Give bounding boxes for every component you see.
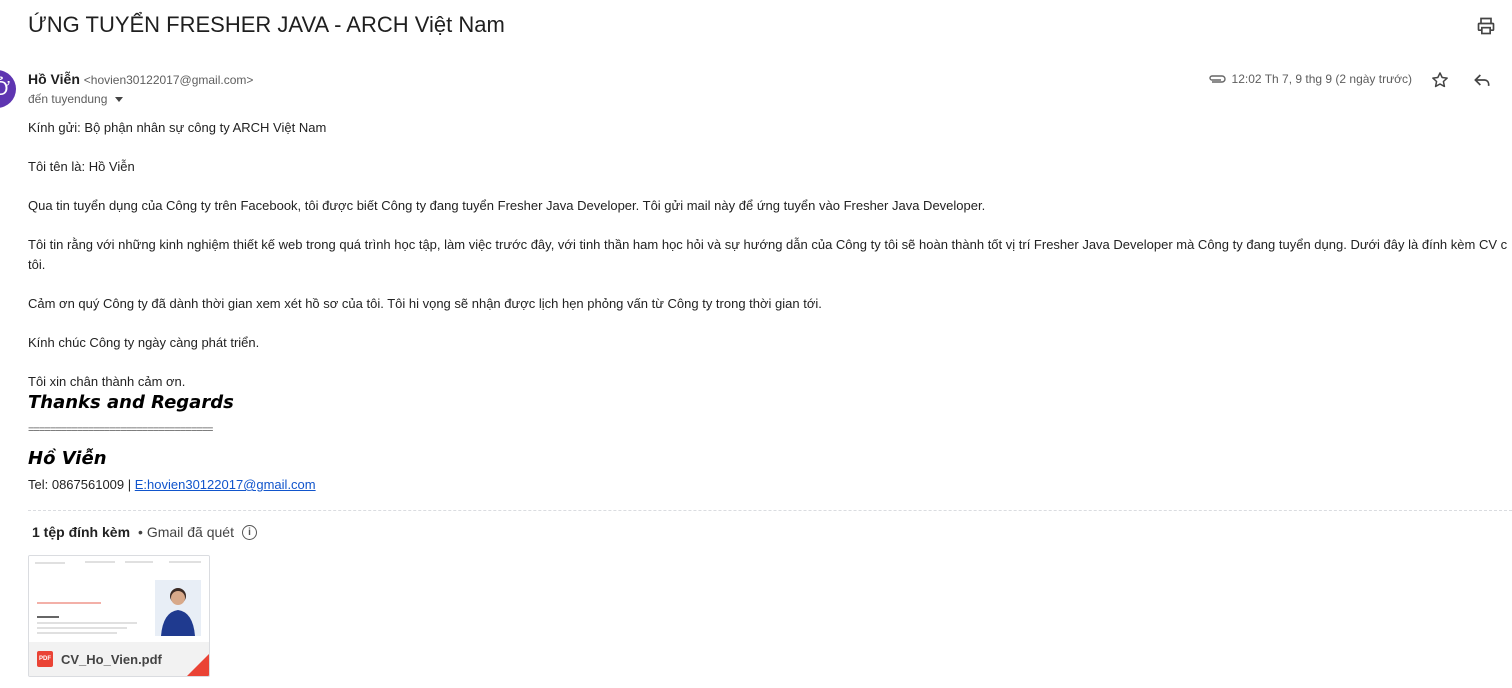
- sender: Hồ Viễn <hovien30122017@gmail.com>: [28, 71, 253, 87]
- avatar[interactable]: Ở: [0, 70, 16, 108]
- signature-thanks: Thanks and Regards: [28, 392, 234, 413]
- star-icon[interactable]: [1430, 70, 1450, 90]
- sender-email: <hovien30122017@gmail.com>: [83, 73, 254, 87]
- attachments-scan-status: • Gmail đã quét: [138, 524, 234, 540]
- avatar-letter: Ở: [0, 77, 10, 100]
- body-paragraph: Kính chúc Công ty ngày càng phát triển.: [28, 334, 260, 350]
- body-line: Tôi tin rằng với những kinh nghiệm thiết…: [28, 237, 1508, 252]
- signature-rule: ==================================: [28, 424, 213, 436]
- divider: [28, 510, 1512, 511]
- paperclip-icon: [1208, 75, 1226, 83]
- timestamp: 12:02 Th 7, 9 thg 9 (2 ngày trước): [1231, 72, 1412, 86]
- recipient: đến tuyendung: [28, 92, 124, 106]
- chevron-down-icon[interactable]: [115, 96, 124, 102]
- sender-name[interactable]: Hồ Viễn: [28, 71, 80, 87]
- attachments-header: 1 tệp đính kèm • Gmail đã quét i: [32, 524, 257, 540]
- body-line: tôi.: [28, 256, 46, 272]
- body-paragraph: Tôi tên là: Hồ Viễn: [28, 159, 135, 174]
- body-paragraph: Cảm ơn quý Công ty đã dành thời gian xem…: [28, 295, 822, 311]
- corner-fold: [187, 654, 209, 676]
- body-paragraph: Tôi xin chân thành cảm ơn.: [28, 373, 186, 389]
- attachment-thumbnail: [29, 556, 209, 642]
- message-meta: 12:02 Th 7, 9 thg 9 (2 ngày trước): [1208, 72, 1412, 86]
- attachment-footer: PDF CV_Ho_Vien.pdf: [29, 642, 209, 676]
- pdf-icon: PDF: [37, 651, 53, 667]
- attachment-card[interactable]: PDF CV_Ho_Vien.pdf: [28, 555, 210, 677]
- email-body: Kính gửi: Bộ phận nhân sự công ty ARCH V…: [28, 118, 1507, 391]
- attachments-count: 1 tệp đính kèm: [32, 524, 131, 540]
- profile-photo: [155, 580, 201, 636]
- reply-icon[interactable]: [1472, 70, 1492, 90]
- signature-tel: Tel: 0867561009 |: [28, 477, 135, 492]
- body-paragraph: Kính gửi: Bộ phận nhân sự công ty ARCH V…: [28, 120, 327, 135]
- body-paragraph: Qua tin tuyển dụng của Công ty trên Face…: [28, 198, 986, 213]
- recipient-label: đến tuyendung: [28, 92, 108, 106]
- attachment-filename: CV_Ho_Vien.pdf: [61, 651, 162, 667]
- email-subject: ỨNG TUYỂN FRESHER JAVA - ARCH Việt Nam: [28, 12, 505, 37]
- signature-contact: Tel: 0867561009 | E:hovien30122017@gmail…: [28, 477, 316, 492]
- print-icon[interactable]: [1476, 16, 1496, 36]
- info-icon[interactable]: i: [241, 524, 257, 540]
- signature-name: Hồ Viễn: [28, 448, 107, 469]
- signature-email-link[interactable]: E:hovien30122017@gmail.com: [135, 477, 316, 492]
- body-paragraph: Tôi tin rằng với những kinh nghiệm thiết…: [28, 235, 1507, 274]
